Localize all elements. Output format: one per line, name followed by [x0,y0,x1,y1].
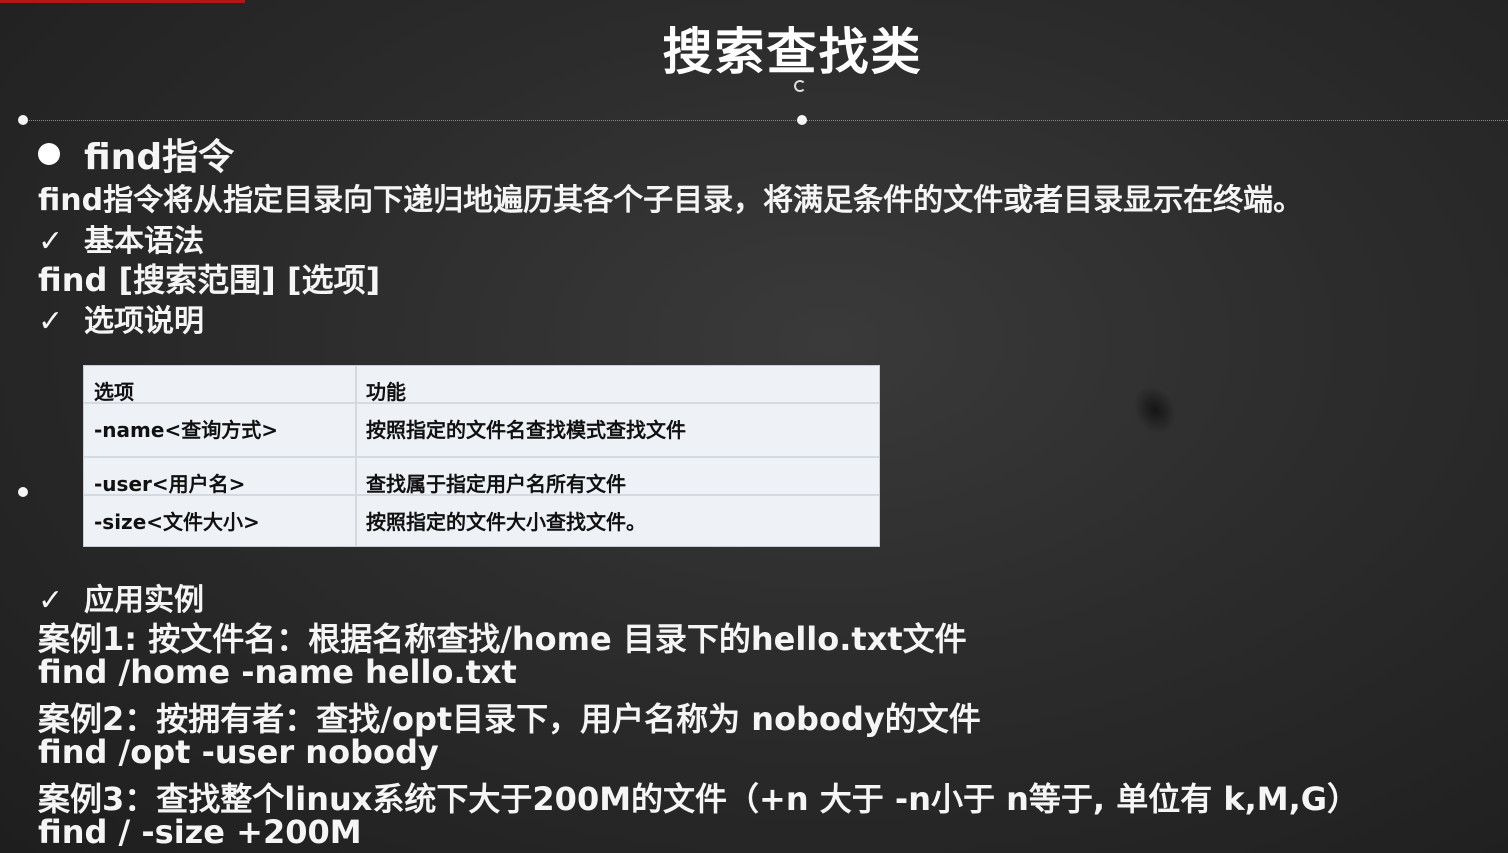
checkmark-icon: ✓ [38,304,64,339]
example-command-1[interactable]: find /home -name hello.txt [38,653,517,691]
checkmark-icon: ✓ [38,224,64,259]
basic-syntax-label: 基本语法 [84,224,204,259]
slide-title[interactable]: 搜索查找类 [0,12,1508,84]
example-command-2[interactable]: find /opt -user nobody [38,733,439,771]
syntax-text[interactable]: find [搜索范围] [选项] [38,255,380,301]
table-header-option: 选项 [94,380,134,404]
examples-label: 应用实例 [84,583,204,618]
table-cell-option: -name<查询方式> [94,418,278,442]
rotate-handle-icon[interactable] [794,80,806,92]
heading-text: find指令 [84,137,235,178]
row-divider [84,494,879,496]
options-table[interactable]: 选项 功能 -name<查询方式> 按照指定的文件名查找模式查找文件 -user… [83,365,880,547]
chalkboard-smudge [1125,378,1185,442]
table-header-function: 功能 [366,380,406,404]
description-text[interactable]: find指令将从指定目录向下递归地遍历其各个子目录，将满足条件的文件或者目录显示… [38,175,1303,219]
example-command-3[interactable]: find / -size +200M [38,813,362,851]
table-cell-option: -user<用户名> [94,472,246,496]
options-label: 选项说明 [84,304,204,339]
resize-handle-top-middle[interactable] [797,115,807,125]
heading-line[interactable]: find指令 [38,128,234,180]
table-cell-function: 按照指定的文件名查找模式查找文件 [366,418,686,442]
row-divider [84,456,879,458]
table-cell-option: -size<文件大小> [94,510,260,534]
table-cell-function: 查找属于指定用户名所有文件 [366,472,626,496]
basic-syntax-line[interactable]: ✓ 基本语法 [38,216,204,260]
row-divider [84,402,879,404]
top-accent-bar [0,0,245,3]
bullet-icon [38,143,60,165]
table-cell-function: 按照指定的文件大小查找文件。 [366,510,646,534]
checkmark-icon: ✓ [38,583,64,618]
options-line[interactable]: ✓ 选项说明 [38,296,204,340]
selection-border [22,120,1508,121]
resize-handle-top-left[interactable] [18,115,28,125]
examples-line[interactable]: ✓ 应用实例 [38,575,204,619]
resize-handle-middle-left[interactable] [18,487,28,497]
